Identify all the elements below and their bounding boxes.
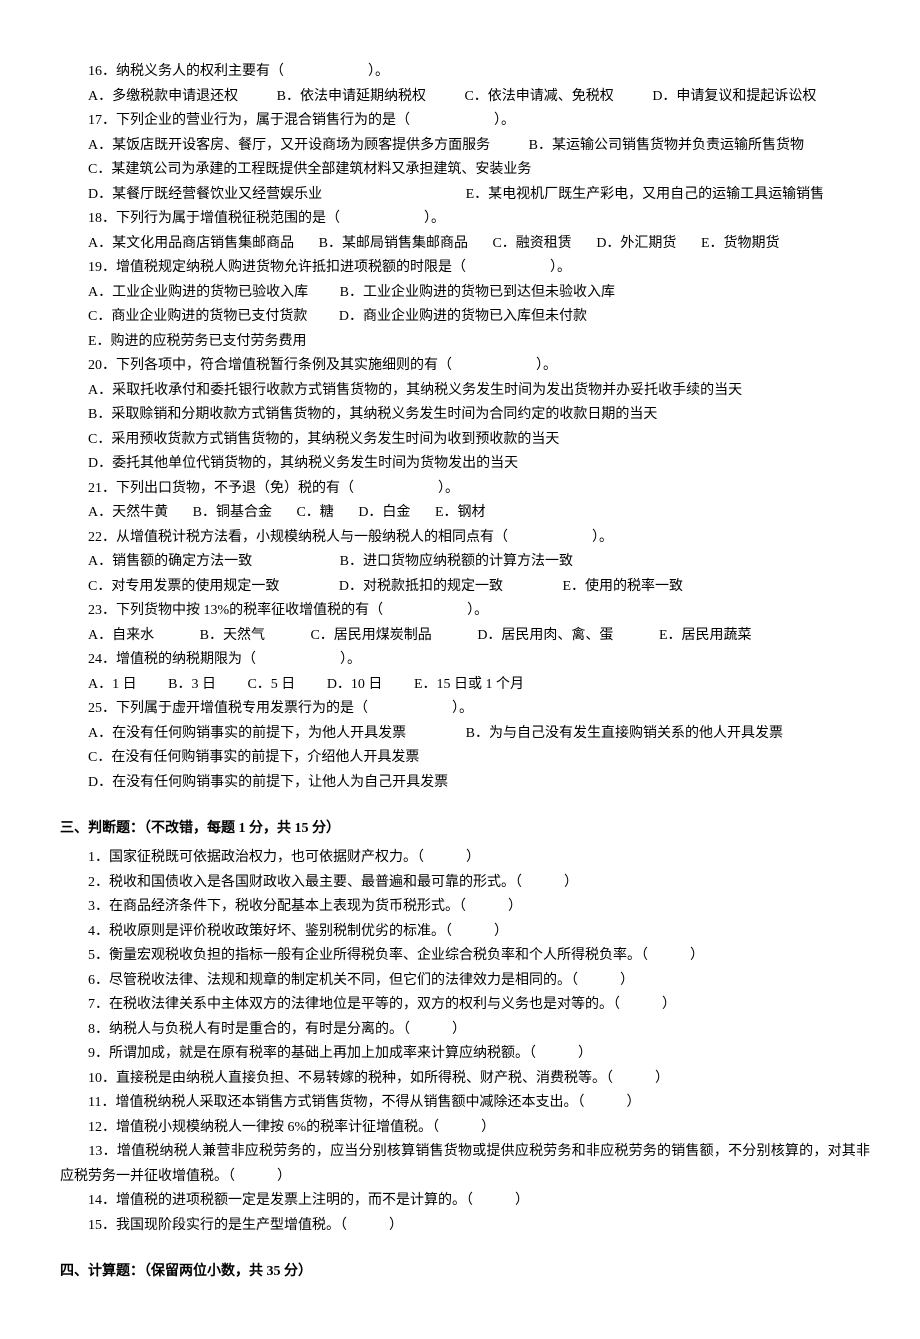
q25-options-row2: C．在没有任何购销事实的前提下，介绍他人开具发票 D．在没有任何购销事实的前提下… <box>60 746 870 795</box>
q25-opt-d: D．在没有任何购销事实的前提下，让他人为自己开具发票 <box>88 771 448 796</box>
q17-opt-b: B．某运输公司销售货物并负责运输所售货物 <box>529 134 804 159</box>
q22-opt-e: E．使用的税率一致 <box>562 575 683 600</box>
q25-opt-c: C．在没有任何购销事实的前提下，介绍他人开具发票 <box>88 746 419 771</box>
q21-stem: 21．下列出口货物，不予退（免）税的有（ ）。 <box>60 477 870 502</box>
q17-opt-d: D．某餐厅既经营餐饮业又经营娱乐业 <box>88 183 322 208</box>
q25-stem: 25．下列属于虚开增值税专用发票行为的是（ ）。 <box>60 697 870 722</box>
tf-1: 1．国家征税既可依据政治权力，也可依据财产权力。（ ） <box>60 846 870 871</box>
tf-11: 11．增值税纳税人采取还本销售方式销售货物，不得从销售额中减除还本支出。（ ） <box>60 1091 870 1116</box>
q16-opt-d: D．申请复议和提起诉讼权 <box>652 85 816 110</box>
q16-stem: 16．纳税义务人的权利主要有（ ）。 <box>60 60 870 85</box>
q19-opt-b: B．工业企业购进的货物已到达但未验收入库 <box>340 281 615 306</box>
q21-opt-c: C．糖 <box>296 501 333 526</box>
q19-options-row2: C．商业企业购进的货物已支付货款 D．商业企业购进的货物已入库但未付款 E．购进… <box>60 305 870 354</box>
q20-opt-d: D．委托其他单位代销货物的，其纳税义务发生时间为货物发出的当天 <box>88 452 518 477</box>
q25-options-row1: A．在没有任何购销事实的前提下，为他人开具发票 B．为与自己没有发生直接购销关系… <box>60 722 870 747</box>
q24-options: A．1 日 B．3 日 C．5 日 D．10 日 E．15 日或 1 个月 <box>60 673 870 698</box>
tf-8: 8．纳税人与负税人有时是重合的，有时是分离的。（ ） <box>60 1018 870 1043</box>
q20-opt-a-row: A．采取托收承付和委托银行收款方式销售货物的，其纳税义务发生时间为发出货物并办妥… <box>60 379 870 404</box>
q17-options-row1: A．某饭店既开设客房、餐厅，又开设商场为顾客提供多方面服务 B．某运输公司销售货… <box>60 134 870 159</box>
q20-opt-a: A．采取托收承付和委托银行收款方式销售货物的，其纳税义务发生时间为发出货物并办妥… <box>88 379 742 404</box>
tf-5: 5．衡量宏观税收负担的指标一般有企业所得税负率、企业综合税负率和个人所得税负率。… <box>60 944 870 969</box>
q22-stem: 22．从增值税计税方法看，小规模纳税人与一般纳税人的相同点有（ ）。 <box>60 526 870 551</box>
tf-4: 4．税收原则是评价税收政策好坏、鉴别税制优劣的标准。（ ） <box>60 920 870 945</box>
q20-opt-c-row: C．采用预收货款方式销售货物的，其纳税义务发生时间为收到预收款的当天 <box>60 428 870 453</box>
q16-opt-a: A．多缴税款申请退还权 <box>88 85 238 110</box>
q20-opt-b: B．采取赊销和分期收款方式销售货物的，其纳税义务发生时间为合同约定的收款日期的当… <box>88 403 657 428</box>
q23-opt-a: A．自来水 <box>88 624 154 649</box>
tf-6: 6．尽管税收法律、法规和规章的制定机关不同，但它们的法律效力是相同的。（ ） <box>60 969 870 994</box>
tf-14: 14．增值税的进项税额一定是发票上注明的，而不是计算的。（ ） <box>60 1189 870 1214</box>
q24-opt-e: E．15 日或 1 个月 <box>414 673 524 698</box>
q23-opt-e: E．居民用蔬菜 <box>659 624 752 649</box>
q17-opt-e: E．某电视机厂既生产彩电，又用自己的运输工具运输销售 <box>466 183 825 208</box>
tf-3: 3．在商品经济条件下，税收分配基本上表现为货币税形式。（ ） <box>60 895 870 920</box>
q21-opt-d: D．白金 <box>358 501 410 526</box>
q23-options: A．自来水 B．天然气 C．居民用煤炭制品 D．居民用肉、禽、蛋 E．居民用蔬菜 <box>60 624 870 649</box>
tf-15: 15．我国现阶段实行的是生产型增值税。（ ） <box>60 1214 870 1239</box>
q23-opt-b: B．天然气 <box>200 624 265 649</box>
tf-2: 2．税收和国债收入是各国财政收入最主要、最普遍和最可靠的形式。（ ） <box>60 871 870 896</box>
q16-opt-b: B．依法申请延期纳税权 <box>277 85 426 110</box>
q18-opt-c: C．融资租赁 <box>492 232 571 257</box>
q19-options-row1: A．工业企业购进的货物已验收入库 B．工业企业购进的货物已到达但未验收入库 <box>60 281 870 306</box>
q25-opt-b: B．为与自己没有发生直接购销关系的他人开具发票 <box>466 722 783 747</box>
q18-stem: 18．下列行为属于增值税征税范围的是（ ）。 <box>60 207 870 232</box>
q23-opt-c: C．居民用煤炭制品 <box>310 624 431 649</box>
tf-9: 9．所谓加成，就是在原有税率的基础上再加上加成率来计算应纳税额。（ ） <box>60 1042 870 1067</box>
q20-stem: 20．下列各项中，符合增值税暂行条例及其实施细则的有（ ）。 <box>60 354 870 379</box>
q19-opt-c: C．商业企业购进的货物已支付货款 <box>88 305 307 330</box>
q22-options-row2: C．对专用发票的使用规定一致 D．对税款抵扣的规定一致 E．使用的税率一致 <box>60 575 870 600</box>
q24-stem: 24．增值税的纳税期限为（ ）。 <box>60 648 870 673</box>
q19-stem: 19．增值税规定纳税人购进货物允许抵扣进项税额的时限是（ ）。 <box>60 256 870 281</box>
q25-opt-a: A．在没有任何购销事实的前提下，为他人开具发票 <box>88 722 406 747</box>
q18-opt-a: A．某文化用品商店销售集邮商品 <box>88 232 294 257</box>
q17-opt-c: C．某建筑公司为承建的工程既提供全部建筑材料又承担建筑、安装业务 <box>88 158 531 183</box>
q21-opt-b: B．铜基合金 <box>193 501 272 526</box>
q22-opt-a: A．销售额的确定方法一致 <box>88 550 252 575</box>
q22-options-row1: A．销售额的确定方法一致 B．进口货物应纳税额的计算方法一致 <box>60 550 870 575</box>
q24-opt-b: B．3 日 <box>168 673 216 698</box>
q20-opt-c: C．采用预收货款方式销售货物的，其纳税义务发生时间为收到预收款的当天 <box>88 428 559 453</box>
q22-opt-d: D．对税款抵扣的规定一致 <box>339 575 503 600</box>
q21-opt-e: E．钢材 <box>435 501 486 526</box>
q19-opt-e: E．购进的应税劳务已支付劳务费用 <box>88 330 307 355</box>
q19-opt-a: A．工业企业购进的货物已验收入库 <box>88 281 308 306</box>
q20-opt-b-row: B．采取赊销和分期收款方式销售货物的，其纳税义务发生时间为合同约定的收款日期的当… <box>60 403 870 428</box>
q19-opt-d: D．商业企业购进的货物已入库但未付款 <box>339 305 587 330</box>
q23-stem: 23．下列货物中按 13%的税率征收增值税的有（ ）。 <box>60 599 870 624</box>
section3-title: 三、判断题：（不改错，每题 1 分，共 15 分） <box>60 817 870 842</box>
q17-stem: 17．下列企业的营业行为，属于混合销售行为的是（ ）。 <box>60 109 870 134</box>
q18-options: A．某文化用品商店销售集邮商品 B．某邮局销售集邮商品 C．融资租赁 D．外汇期… <box>60 232 870 257</box>
section4-title: 四、计算题：（保留两位小数，共 35 分） <box>60 1260 870 1285</box>
q24-opt-a: A．1 日 <box>88 673 137 698</box>
q21-options: A．天然牛黄 B．铜基合金 C．糖 D．白金 E．钢材 <box>60 501 870 526</box>
q18-opt-b: B．某邮局销售集邮商品 <box>319 232 468 257</box>
q20-opt-d-row: D．委托其他单位代销货物的，其纳税义务发生时间为货物发出的当天 <box>60 452 870 477</box>
q22-opt-c: C．对专用发票的使用规定一致 <box>88 575 279 600</box>
q16-opt-c: C．依法申请减、免税权 <box>464 85 613 110</box>
q22-opt-b: B．进口货物应纳税额的计算方法一致 <box>340 550 573 575</box>
tf-7: 7．在税收法律关系中主体双方的法律地位是平等的，双方的权利与义务也是对等的。（ … <box>60 993 870 1018</box>
q16-options: A．多缴税款申请退还权 B．依法申请延期纳税权 C．依法申请减、免税权 D．申请… <box>60 85 870 110</box>
q23-opt-d: D．居民用肉、禽、蛋 <box>477 624 613 649</box>
q18-opt-e: E．货物期货 <box>701 232 780 257</box>
q24-opt-d: D．10 日 <box>327 673 383 698</box>
q17-options-row3: D．某餐厅既经营餐饮业又经营娱乐业 E．某电视机厂既生产彩电，又用自己的运输工具… <box>60 183 870 208</box>
tf-10: 10．直接税是由纳税人直接负担、不易转嫁的税种，如所得税、财产税、消费税等。（ … <box>60 1067 870 1092</box>
tf-13: 13．增值税纳税人兼营非应税劳务的，应当分别核算销售货物或提供应税劳务和非应税劳… <box>60 1140 870 1189</box>
q17-options-row2: C．某建筑公司为承建的工程既提供全部建筑材料又承担建筑、安装业务 <box>60 158 870 183</box>
q24-opt-c: C．5 日 <box>247 673 295 698</box>
q17-opt-a: A．某饭店既开设客房、餐厅，又开设商场为顾客提供多方面服务 <box>88 134 490 159</box>
tf-12: 12．增值税小规模纳税人一律按 6%的税率计征增值税。（ ） <box>60 1116 870 1141</box>
q18-opt-d: D．外汇期货 <box>596 232 676 257</box>
q21-opt-a: A．天然牛黄 <box>88 501 168 526</box>
